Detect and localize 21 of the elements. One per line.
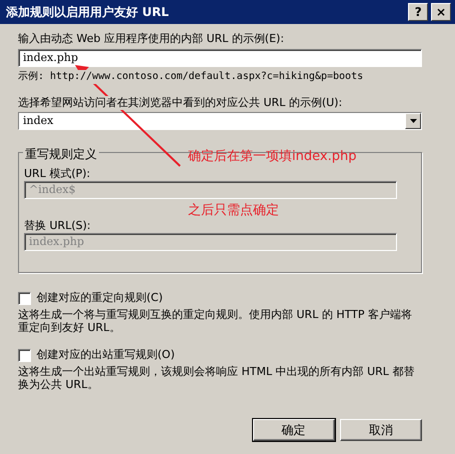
checkbox-label[interactable]: 创建对应的重定向规则(C) [36,291,163,306]
field-label: 输入由动态 Web 应用程序使用的内部 URL 的示例(E): [18,32,284,46]
checkbox-label[interactable]: 创建对应的出站重写规则(O) [36,348,175,362]
example-text: 示例: http://www.contoso.com/default.aspx?c=hiking&p=boots [18,70,364,84]
field-label: URL 模式(P): [24,167,90,182]
window-title: 添加规则以启用用户友好 URL [6,4,169,21]
description-text: 这将生成一个出站重写规则，该规则会将响应 HTML 中出现的所有内部 URL 都替换为公共 URL。 [18,364,416,391]
checkbox[interactable] [18,348,31,362]
ok-button[interactable]: 确定 [252,418,334,441]
text-field[interactable]: index.php [18,48,422,67]
dropdown-field[interactable]: index [18,112,422,130]
description-text: 这将生成一个将与重写规则互换的重定向规则。使用内部 URL 的 HTTP 客户端将重定向到友好 URL。 [18,308,413,334]
cancel-button[interactable]: 取消 [340,418,422,441]
field-label: 替换 URL(S): [24,219,91,234]
checkbox[interactable] [18,292,31,305]
field-label: 选择希望网站访问者在其浏览器中看到的对应公共 URL 的示例(U): [18,96,342,110]
close-button[interactable]: × [431,3,451,21]
dropdown-arrow-icon [410,119,416,124]
annotation-text: 确定后在第一项填index.php [188,148,356,166]
help-button[interactable]: ? [408,3,428,21]
annotation-text: 之后只需点确定 [188,202,279,220]
